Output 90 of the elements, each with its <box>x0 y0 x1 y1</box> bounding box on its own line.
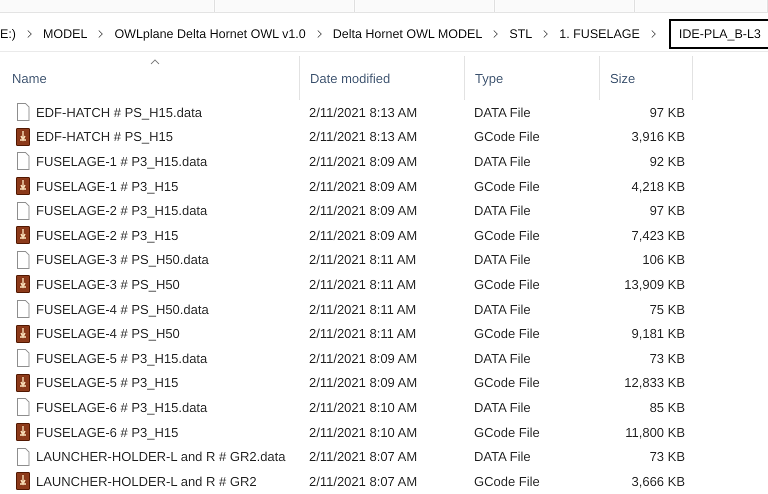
chevron-icon <box>542 29 550 39</box>
table-cell-text: GCode File <box>473 129 541 144</box>
table-cell-text: 2/11/2021 8:11 AM <box>308 302 418 317</box>
table-cell-text: 3,666 KB <box>630 474 686 489</box>
file-name[interactable]: EDF-HATCH # PS_H15 <box>0 128 300 146</box>
document-icon <box>16 202 30 220</box>
table-cell-text: 2/11/2021 8:09 AM <box>308 154 418 169</box>
file-name[interactable]: FUSELAGE-3 # PS_H50.data <box>0 250 300 269</box>
file-name[interactable]: FUSELAGE-1 # P3_H15.data <box>0 152 300 170</box>
column-header[interactable]: Date modified <box>300 56 465 100</box>
table-cell-text: 73 KB <box>648 350 686 366</box>
table-cell-text: GCode File <box>473 276 541 292</box>
column-header[interactable]: Size <box>600 56 693 100</box>
document-icon <box>16 349 30 368</box>
table-cell-text: DATA File <box>473 400 532 415</box>
table-cell-text: 2/11/2021 8:13 AM <box>308 129 418 144</box>
table-cell-text: 73 KB <box>648 449 686 464</box>
column-header[interactable]: Type <box>465 56 600 100</box>
table-cell-text: 2/11/2021 8:09 AM <box>308 203 418 218</box>
document-icon <box>16 300 30 318</box>
file-name[interactable]: LAUNCHER-HOLDER-L and R # GR2.data <box>0 448 300 466</box>
table-cell-text: GCode File <box>473 474 541 489</box>
chevron-icon <box>492 29 500 39</box>
sort-caret-icon <box>150 59 160 65</box>
table-cell-text: 75 KB <box>648 302 686 317</box>
table-cell-text: 2/11/2021 8:11 AM <box>308 276 418 292</box>
file-name[interactable]: FUSELAGE-6 # P3_H15 <box>0 423 300 442</box>
file-name[interactable]: FUSELAGE-3 # PS_H50 <box>0 275 300 294</box>
chevron-icon <box>316 29 323 39</box>
file-name[interactable]: FUSELAGE-4 # PS_H50.data <box>0 300 300 318</box>
chevron-icon <box>26 29 33 39</box>
breadcrumb-item[interactable]: E:) <box>0 27 16 41</box>
table-cell-text: 7,423 KB <box>630 228 686 243</box>
breadcrumb-item[interactable]: Delta Hornet OWL MODEL <box>332 27 482 41</box>
table-cell-text: GCode File <box>473 326 541 342</box>
table-cell-text: DATA File <box>473 154 532 169</box>
table-cell-text: 2/11/2021 8:09 AM <box>308 350 418 366</box>
column-header[interactable]: Name <box>0 56 300 100</box>
chevron-icon <box>650 29 657 39</box>
table-cell-text: 2/11/2021 8:07 AM <box>308 474 418 489</box>
file-name[interactable]: FUSELAGE-6 # P3_H15.data <box>0 398 300 416</box>
table-cell-text: 9,181 KB <box>630 326 686 342</box>
table-cell-text: DATA File <box>473 104 532 120</box>
table-cell-text: GCode File <box>473 375 541 390</box>
document-icon <box>16 152 30 170</box>
table-cell-text: 2/11/2021 8:10 AM <box>308 400 418 415</box>
table-cell-text: 13,909 KB <box>623 276 686 292</box>
table-cell-text: 4,218 KB <box>630 178 686 194</box>
document-icon <box>16 103 30 122</box>
table-cell-text: DATA File <box>473 449 532 464</box>
table-cell-text: DATA File <box>473 252 532 268</box>
table-cell-text: GCode File <box>473 424 541 440</box>
table-cell-text: 2/11/2021 8:07 AM <box>308 449 418 464</box>
table-cell-text: 106 KB <box>641 252 686 268</box>
document-icon <box>16 250 30 269</box>
breadcrumb-item[interactable]: 1. FUSELAGE <box>559 27 640 41</box>
table-cell-text: 12,833 KB <box>623 375 686 390</box>
file-name[interactable]: FUSELAGE-2 # P3_H15.data <box>0 202 300 220</box>
table-cell-text: 2/11/2021 8:10 AM <box>308 424 418 440</box>
table-cell-text: 2/11/2021 8:09 AM <box>308 228 418 243</box>
breadcrumb-item[interactable]: MODEL <box>42 27 88 41</box>
file-name[interactable]: EDF-HATCH # PS_H15.data <box>0 103 300 122</box>
table-cell-text: 2/11/2021 8:13 AM <box>308 104 418 120</box>
address-field[interactable]: IDE-PLA_B-L3 <box>668 19 768 49</box>
table-cell-text: 97 KB <box>648 104 686 120</box>
table-cell-text: DATA File <box>473 350 532 366</box>
table-cell-text: 92 KB <box>648 154 686 169</box>
file-name[interactable]: FUSELAGE-1 # P3_H15 <box>0 177 300 196</box>
file-name[interactable]: FUSELAGE-5 # P3_H15.data <box>0 349 300 368</box>
table-cell-text: GCode File <box>473 228 541 243</box>
file-name[interactable]: FUSELAGE-5 # P3_H15 <box>0 374 300 392</box>
table-cell-text: 2/11/2021 8:09 AM <box>308 178 418 194</box>
breadcrumb-item[interactable]: OWLplane Delta Hornet OWL v1.0 <box>114 27 306 41</box>
breadcrumb-item[interactable]: STL <box>509 27 532 41</box>
table-cell-text: DATA File <box>473 203 532 218</box>
document-icon <box>16 398 30 416</box>
table-cell-text: 3,916 KB <box>630 129 686 144</box>
table-cell-text: DATA File <box>473 302 532 317</box>
table-cell-text: GCode File <box>473 178 541 194</box>
file-name[interactable]: LAUNCHER-HOLDER-L and R # GR2 <box>0 472 300 490</box>
table-cell-text: 11,800 KB <box>624 424 686 440</box>
table-cell-text: 2/11/2021 8:11 AM <box>308 326 418 342</box>
table-cell-text: 2/11/2021 8:09 AM <box>308 375 418 390</box>
file-name[interactable]: FUSELAGE-4 # PS_H50 <box>0 324 300 343</box>
file-name[interactable]: FUSELAGE-2 # P3_H15 <box>0 226 300 244</box>
table-cell-text: 2/11/2021 8:11 AM <box>308 252 418 268</box>
document-icon <box>16 448 30 466</box>
table-cell-text: 85 KB <box>648 400 686 415</box>
table-cell-text: 97 KB <box>648 203 686 218</box>
chevron-icon <box>97 29 104 39</box>
